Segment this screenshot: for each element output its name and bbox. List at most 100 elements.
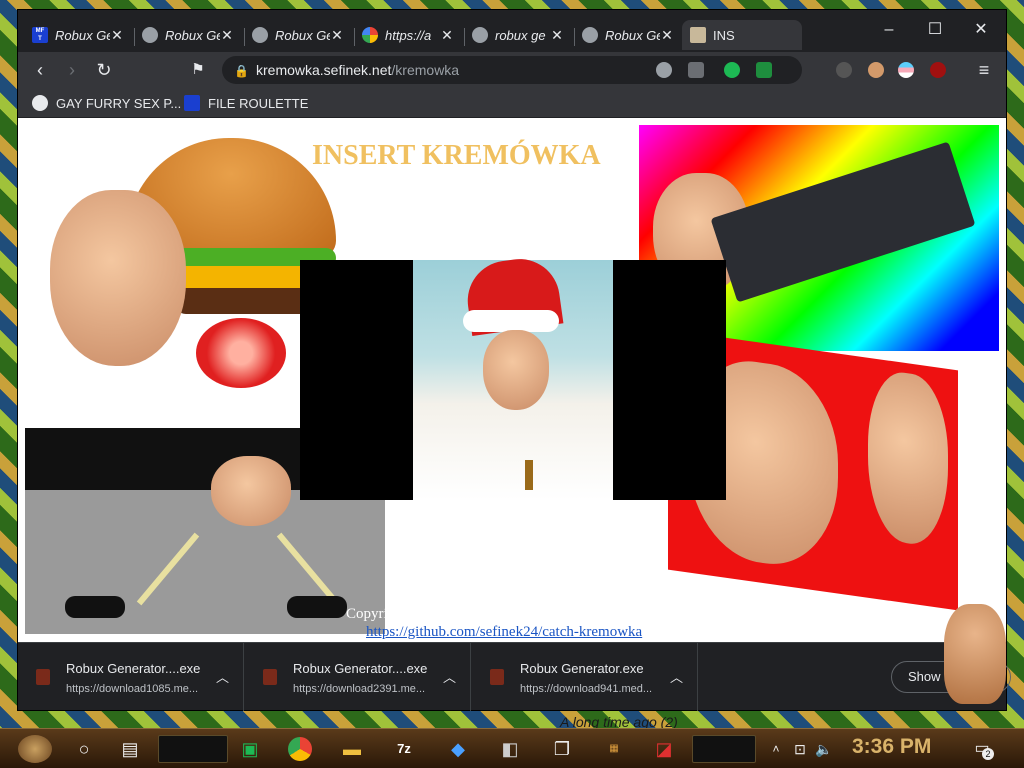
tomato-slice [196, 318, 286, 388]
taskbar-slot [692, 735, 756, 763]
chevron-up-icon[interactable]: ︿ [443, 667, 456, 686]
globe-icon [252, 27, 268, 43]
close-icon[interactable]: ✕ [550, 27, 564, 44]
volume-muted-icon[interactable]: 🔈 [810, 735, 838, 763]
reload-button[interactable]: ↻ [92, 58, 116, 82]
bookmark-gay-furry[interactable]: GAY FURRY SEX P... [32, 94, 181, 112]
download-filename: Robux Generator....exe [66, 661, 201, 676]
tab-insert-kremowka[interactable]: INS [682, 20, 802, 50]
tab-title: Robux Ge [55, 27, 110, 43]
roblox-icon[interactable]: ◪ [650, 735, 678, 763]
download-item[interactable]: Robux Generator.exe https://download941.… [472, 643, 698, 711]
catch-kremowka-popup[interactable] [300, 253, 726, 500]
task-view-icon[interactable]: ▤ [116, 735, 144, 763]
santa-hat-portrait [413, 253, 613, 500]
minimize-button[interactable]: – [866, 16, 912, 44]
forward-button[interactable]: › [60, 58, 84, 82]
globe-icon [142, 27, 158, 43]
globe-icon [582, 27, 598, 43]
app-storage-icon[interactable]: ◧ [496, 735, 524, 763]
chevron-up-icon[interactable]: ︿ [216, 667, 229, 686]
app-cube-icon[interactable]: ◆ [444, 735, 472, 763]
download-url: https://download1085.me... [66, 683, 199, 695]
close-icon[interactable]: ✕ [220, 27, 234, 44]
tab-robux-1[interactable]: MF T Robux Ge ✕ [24, 20, 132, 50]
tab-robux-2[interactable]: Robux Ge ✕ [134, 20, 242, 50]
profile-extension-icon[interactable] [868, 62, 884, 78]
tab-title: robux ge [495, 27, 546, 43]
app-windows-icon[interactable]: ❐ [548, 735, 576, 763]
file-explorer-icon[interactable]: ▬ [338, 735, 366, 763]
github-link[interactable]: https://github.com/sefinek24/catch-kremo… [366, 624, 642, 641]
page-content: INSERT KREMÓWKA Copyright https://github… [18, 118, 1006, 642]
file-icon [490, 669, 504, 685]
close-icon[interactable]: ✕ [660, 27, 674, 44]
mft-icon: MF T [32, 27, 48, 43]
back-button[interactable]: ‹ [28, 58, 52, 82]
santa-hat-brim [463, 310, 559, 332]
taskbar: ○ ▤ ▣ ▬ 7z ◆ ◧ ❐ ▦ ◪ ˄ ⊡ 🔈 3:36 PM ▭ 2 [0, 728, 1024, 768]
face-cutout [868, 367, 948, 549]
close-icon[interactable]: ✕ [110, 27, 124, 44]
tab-robux-4[interactable]: Robux Ge ✕ [574, 20, 682, 50]
browser-window: MF T Robux Ge ✕ Robux Ge ✕ Robux Ge ✕ htt… [18, 10, 1011, 711]
bookmark-file-roulette[interactable]: FILE ROULETTE [184, 94, 308, 112]
ublock-icon[interactable] [930, 62, 946, 78]
shield-extension-icon[interactable] [756, 62, 772, 78]
browser-toolbar: ‹ › ↻ ⚑ 🔒 kremowka.sefinek.net/kremowka … [18, 52, 1006, 88]
translate-icon[interactable] [688, 62, 704, 78]
mft-icon [184, 95, 200, 111]
address-bar[interactable]: 🔒 kremowka.sefinek.net/kremowka [222, 56, 802, 84]
start-button[interactable] [18, 735, 52, 763]
flag-extension-icon[interactable] [898, 62, 914, 78]
menu-icon[interactable]: ≡ [972, 58, 996, 82]
close-window-button[interactable]: ✕ [958, 16, 1004, 44]
close-icon[interactable]: ✕ [440, 27, 454, 44]
burger-face-image[interactable] [46, 138, 336, 388]
search-icon[interactable]: ○ [70, 735, 98, 763]
bookmark-label: GAY FURRY SEX P... [56, 95, 182, 111]
extension-icon[interactable] [836, 62, 852, 78]
tab-title: Robux Ge [275, 27, 330, 43]
site-permission-icon[interactable] [656, 62, 672, 78]
spotify-icon[interactable]: ▣ [236, 735, 264, 763]
hamster-sticker [944, 604, 1006, 704]
taskbar-slot [158, 735, 228, 763]
cross-pendant [525, 460, 533, 490]
url-path: /kremowka [391, 62, 460, 78]
bookmark-icon[interactable]: ⚑ [186, 58, 210, 82]
download-bar: Robux Generator....exe https://download1… [18, 642, 1011, 711]
spotify-extension-icon[interactable] [724, 62, 740, 78]
download-item[interactable]: Robux Generator....exe https://download2… [245, 643, 471, 711]
skeleton-leg [136, 532, 200, 606]
tab-strip: MF T Robux Ge ✕ Robux Ge ✕ Robux Ge ✕ htt… [18, 10, 1006, 52]
face-cutout [50, 190, 186, 366]
close-icon[interactable]: ✕ [330, 27, 344, 44]
url-host: kremowka.sefinek.net [256, 62, 392, 78]
tab-title: INS [713, 27, 735, 43]
7zip-icon[interactable]: 7z [390, 735, 418, 763]
shoe [287, 596, 347, 618]
download-filename: Robux Generator....exe [293, 661, 428, 676]
tab-title: Robux Ge [165, 27, 220, 43]
download-url: https://download2391.me... [293, 683, 426, 695]
lock-icon: 🔒 [234, 64, 249, 78]
bookmarks-bar: GAY FURRY SEX P... FILE ROULETTE [18, 88, 1006, 118]
app-game-icon[interactable]: ▦ [600, 735, 628, 763]
chrome-icon[interactable] [288, 737, 312, 761]
notification-badge: 2 [982, 748, 994, 760]
face-cutout [211, 456, 291, 526]
shoe [65, 596, 125, 618]
download-item[interactable]: Robux Generator....exe https://download1… [18, 643, 244, 711]
tab-title: Robux Ge [605, 27, 660, 43]
taskbar-clock[interactable]: 3:36 PM [852, 735, 931, 759]
globe-icon [32, 95, 48, 111]
tab-robux-search[interactable]: robux ge ✕ [464, 20, 572, 50]
file-icon [263, 669, 277, 685]
tab-robux-3[interactable]: Robux Ge ✕ [244, 20, 352, 50]
chevron-up-icon[interactable]: ︿ [670, 667, 683, 686]
maximize-button[interactable]: ☐ [912, 16, 958, 44]
tab-title: https://a [385, 27, 432, 43]
tab-google[interactable]: https://a ✕ [354, 20, 462, 50]
google-icon [362, 27, 378, 43]
